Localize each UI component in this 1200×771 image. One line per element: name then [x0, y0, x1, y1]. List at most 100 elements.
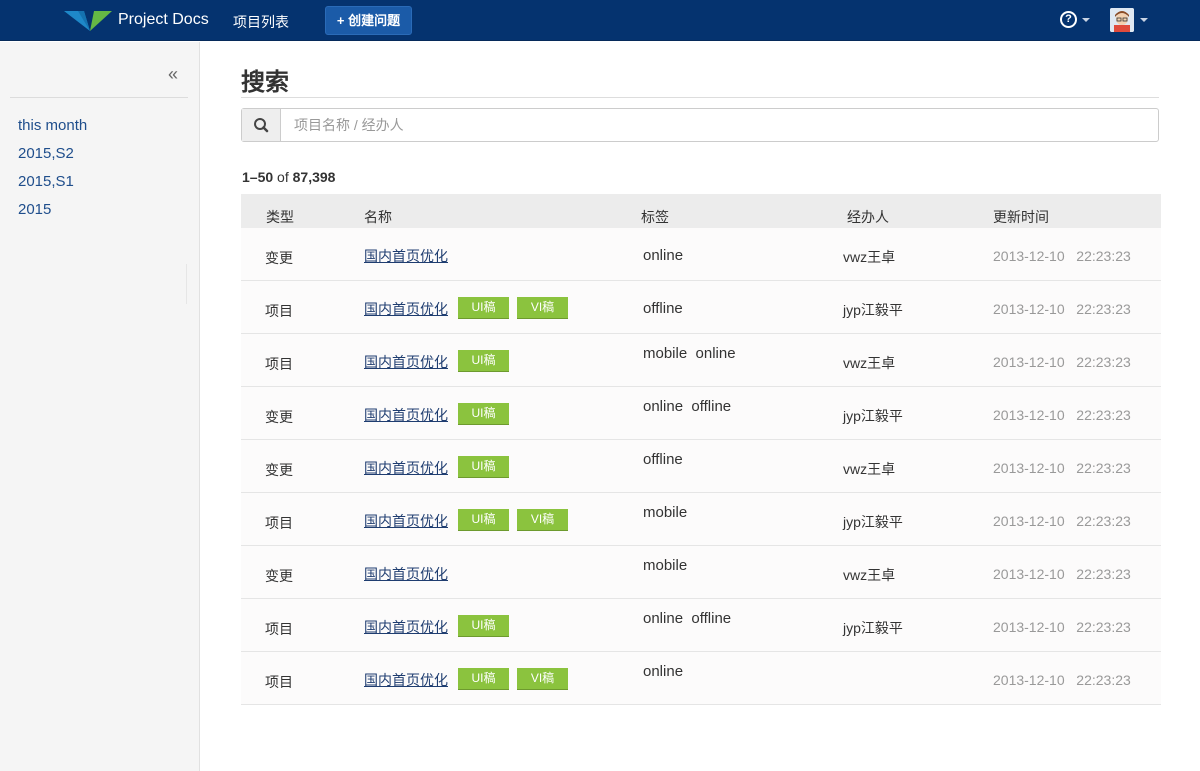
result-range: 1–50 [242, 169, 274, 185]
row-type: 变更 [265, 409, 293, 425]
row-tags: offline [643, 300, 683, 317]
avatar [1110, 8, 1134, 32]
ui-draft-badge[interactable]: UI稿 [458, 350, 509, 372]
divider [241, 97, 1159, 98]
sidebar-item-2015-s1[interactable]: 2015,S1 [18, 172, 87, 200]
row-type: 变更 [265, 568, 293, 584]
ui-draft-badge[interactable]: UI稿 [458, 297, 509, 319]
row-updated: 2013-12-10 22:23:23 [993, 407, 1131, 423]
sidebar-resize-handle[interactable] [186, 264, 187, 304]
row-name-link[interactable]: 国内首页优化 [364, 299, 448, 319]
user-menu[interactable] [1110, 8, 1150, 34]
row-type: 变更 [265, 462, 293, 478]
help-menu[interactable]: ? [1060, 11, 1092, 31]
vi-draft-badge[interactable]: VI稿 [517, 297, 568, 319]
table-row[interactable]: 项目 国内首页优化 UI稿 VI稿 offline jyp江毅平 2013-12… [241, 281, 1161, 334]
chevron-down-icon [1082, 18, 1090, 22]
ui-draft-badge[interactable]: UI稿 [458, 456, 509, 478]
create-issue-button[interactable]: + 创建问题 [325, 6, 412, 35]
row-owner: vwz王卓 [843, 249, 896, 265]
table-header: 类型 名称 标签 经办人 更新时间 [241, 194, 1161, 228]
table-row[interactable]: 变更 国内首页优化 mobile vwz王卓 2013-12-10 22:23:… [241, 546, 1161, 599]
vi-draft-badge[interactable]: VI稿 [517, 509, 568, 531]
row-owner: jyp江毅平 [843, 620, 903, 636]
row-type: 项目 [265, 303, 293, 319]
row-type: 项目 [265, 621, 293, 637]
table-row[interactable]: 项目 国内首页优化 UI稿 VI稿 online 2013-12-10 22:2… [241, 652, 1161, 705]
search-input[interactable] [282, 109, 1157, 141]
column-owner[interactable]: 经办人 [847, 207, 889, 227]
column-tags[interactable]: 标签 [641, 207, 669, 227]
logo-icon[interactable] [64, 9, 114, 33]
chevron-down-icon [1140, 18, 1148, 22]
table-row[interactable]: 变更 国内首页优化 UI稿 offline vwz王卓 2013-12-10 2… [241, 440, 1161, 493]
sidebar-item-this-month[interactable]: this month [18, 116, 87, 144]
row-tags: online offline [643, 610, 732, 627]
row-type: 项目 [265, 356, 293, 372]
row-name-link[interactable]: 国内首页优化 [364, 352, 448, 372]
page-title: 搜索 [241, 69, 289, 96]
row-type: 项目 [265, 515, 293, 531]
row-name-link[interactable]: 国内首页优化 [364, 511, 448, 531]
row-tags: online offline [643, 398, 732, 415]
row-updated: 2013-12-10 22:23:23 [993, 566, 1131, 582]
row-owner: jyp江毅平 [843, 408, 903, 424]
row-updated: 2013-12-10 22:23:23 [993, 301, 1131, 317]
column-updated[interactable]: 更新时间 [993, 207, 1049, 227]
ui-draft-badge[interactable]: UI稿 [458, 403, 509, 425]
table-row[interactable]: 变更 国内首页优化 online vwz王卓 2013-12-10 22:23:… [241, 228, 1161, 281]
row-updated: 2013-12-10 22:23:23 [993, 460, 1131, 476]
row-name-link[interactable]: 国内首页优化 [364, 564, 448, 584]
row-owner: vwz王卓 [843, 461, 896, 477]
nav-project-list[interactable]: 项目列表 [233, 12, 289, 32]
search-icon [254, 118, 269, 133]
search-button[interactable] [242, 109, 281, 141]
table-row[interactable]: 变更 国内首页优化 UI稿 online offline jyp江毅平 2013… [241, 387, 1161, 440]
top-navbar: Project Docs 项目列表 + 创建问题 ? [0, 0, 1200, 41]
result-total: 87,398 [292, 169, 336, 185]
row-updated: 2013-12-10 22:23:23 [993, 672, 1131, 688]
result-count: 1–50 of 87,398 [242, 169, 335, 185]
sidebar-item-2015-s2[interactable]: 2015,S2 [18, 144, 87, 172]
table-row[interactable]: 项目 国内首页优化 UI稿 mobile online vwz王卓 2013-1… [241, 334, 1161, 387]
column-name[interactable]: 名称 [364, 207, 392, 227]
row-name-link[interactable]: 国内首页优化 [364, 405, 448, 425]
row-owner: vwz王卓 [843, 355, 896, 371]
results-table: 类型 名称 标签 经办人 更新时间 变更 国内首页优化 online vwz王卓… [241, 194, 1161, 705]
row-name-link[interactable]: 国内首页优化 [364, 246, 448, 266]
column-type[interactable]: 类型 [266, 207, 294, 227]
vi-draft-badge[interactable]: VI稿 [517, 668, 568, 690]
brand-name[interactable]: Project Docs [118, 11, 209, 29]
row-owner: jyp江毅平 [843, 514, 903, 530]
row-updated: 2013-12-10 22:23:23 [993, 248, 1131, 264]
row-type: 变更 [265, 250, 293, 266]
search-bar [241, 108, 1159, 142]
table-row[interactable]: 项目 国内首页优化 UI稿 online offline jyp江毅平 2013… [241, 599, 1161, 652]
sidebar-item-2015[interactable]: 2015 [18, 200, 87, 228]
row-tags: mobile [643, 557, 688, 574]
help-icon: ? [1060, 11, 1077, 28]
row-tags: online [643, 663, 684, 680]
ui-draft-badge[interactable]: UI稿 [458, 615, 509, 637]
row-owner: jyp江毅平 [843, 302, 903, 318]
collapse-sidebar-icon[interactable]: « [168, 64, 178, 84]
table-row[interactable]: 项目 国内首页优化 UI稿 VI稿 mobile jyp江毅平 2013-12-… [241, 493, 1161, 546]
row-owner: vwz王卓 [843, 567, 896, 583]
ui-draft-badge[interactable]: UI稿 [458, 509, 509, 531]
row-tags: online [643, 247, 684, 264]
row-tags: mobile [643, 504, 688, 521]
row-name-link[interactable]: 国内首页优化 [364, 617, 448, 637]
row-tags: mobile online [643, 345, 736, 362]
row-name-link[interactable]: 国内首页优化 [364, 670, 448, 690]
divider [10, 97, 188, 98]
sidebar: « this month 2015,S2 2015,S1 2015 [0, 42, 200, 771]
row-name-link[interactable]: 国内首页优化 [364, 458, 448, 478]
row-updated: 2013-12-10 22:23:23 [993, 619, 1131, 635]
row-type: 项目 [265, 674, 293, 690]
row-tags: offline [643, 451, 683, 468]
sidebar-list: this month 2015,S2 2015,S1 2015 [18, 116, 87, 228]
result-of: of [277, 169, 289, 185]
row-updated: 2013-12-10 22:23:23 [993, 354, 1131, 370]
row-updated: 2013-12-10 22:23:23 [993, 513, 1131, 529]
ui-draft-badge[interactable]: UI稿 [458, 668, 509, 690]
